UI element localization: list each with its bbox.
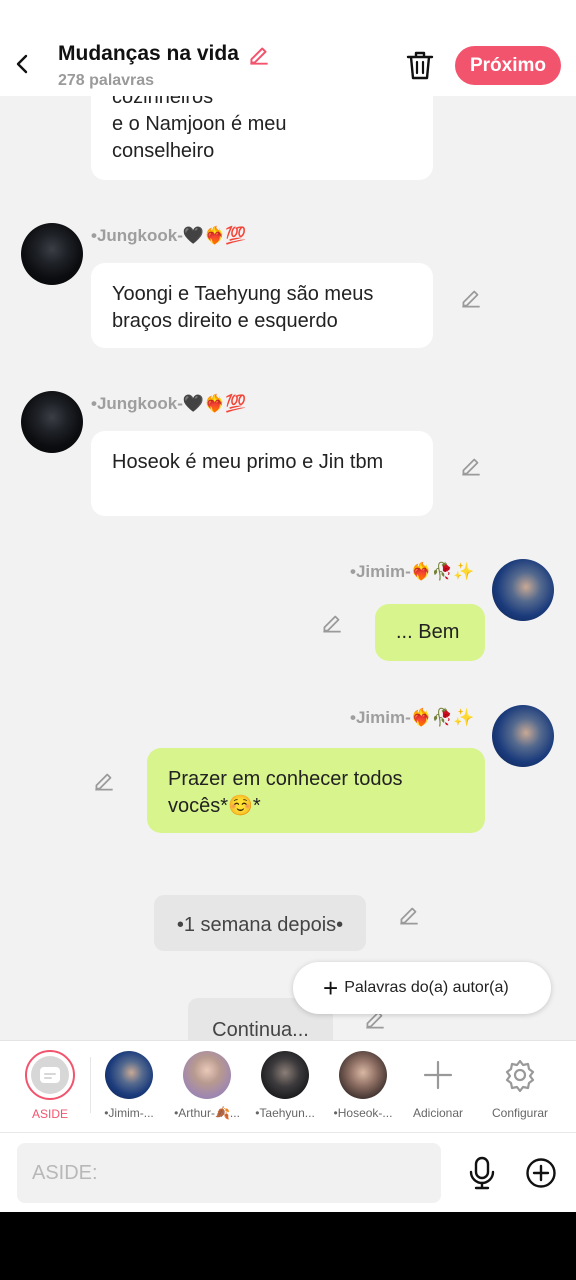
message-bubble[interactable]: Hoseok é meu primo e Jin tbm [91, 431, 433, 516]
character-bar: ASIDE •Jimim-... •Arthur-🍂... •Taehyun..… [0, 1040, 576, 1132]
pencil-icon[interactable] [319, 610, 345, 636]
add-author-words-label: Palavras do(a) autor(a) [344, 979, 509, 996]
narration-bubble[interactable]: •1 semana depois• [154, 895, 366, 951]
gear-icon [505, 1059, 535, 1093]
add-character-button[interactable]: Adicionar [398, 1049, 478, 1120]
character-label: •Hoseok-... [333, 1106, 393, 1120]
avatar-jungkook[interactable] [21, 223, 83, 285]
message-bubble[interactable]: Prazer em conhecer todos vocês*☺️* [147, 748, 485, 833]
character-label: ASIDE [31, 1107, 68, 1121]
chevron-left-icon[interactable] [8, 46, 38, 82]
top-bar: Mudanças na vida 278 palavras Próximo [0, 0, 576, 96]
character-taehyung[interactable]: •Taehyun... [245, 1049, 325, 1120]
narration-text: •1 semana depois• [176, 914, 344, 936]
next-button[interactable]: Próximo [455, 46, 561, 85]
pencil-icon[interactable] [458, 453, 484, 479]
composer [0, 1132, 576, 1212]
character-aside[interactable]: ASIDE [10, 1049, 90, 1121]
character-label: •Jimim-... [104, 1106, 154, 1120]
avatar-jimin[interactable] [492, 559, 554, 621]
add-author-words-button[interactable]: + Palavras do(a) autor(a) [293, 962, 551, 1014]
character-label: •Arthur-🍂... [174, 1106, 240, 1120]
pencil-icon[interactable] [458, 285, 484, 311]
message-bubble[interactable]: Yoongi e Taehyung são meus braços direit… [91, 263, 433, 348]
avatar-jungkook[interactable] [21, 391, 83, 453]
message-line: conselheiro [112, 140, 215, 162]
aside-avatar [25, 1050, 75, 1100]
sender-name: •Jungkook-🖤❤️‍🔥💯 [91, 226, 247, 245]
character-label: •Taehyun... [255, 1106, 315, 1120]
message-text: Prazer em conhecer todos vocês*☺️* [168, 768, 403, 817]
plus-icon: + [323, 973, 339, 1003]
avatar [339, 1051, 387, 1099]
message-bubble[interactable]: ... Bem [375, 604, 485, 661]
message-text: Yoongi e Taehyung são meus braços direit… [112, 283, 374, 332]
plus-icon [423, 1060, 453, 1090]
avatar-jimin[interactable] [492, 705, 554, 767]
settings-button[interactable]: Configurar [480, 1049, 560, 1120]
add-label: Adicionar [412, 1106, 464, 1120]
message-line: e o Namjoon é meu [112, 113, 287, 135]
message-text: ... Bem [396, 621, 460, 643]
character-arthur[interactable]: •Arthur-🍂... [167, 1049, 247, 1120]
avatar [183, 1051, 231, 1099]
plus-circle-icon[interactable] [525, 1157, 557, 1189]
avatar [105, 1051, 153, 1099]
pencil-icon[interactable] [246, 42, 272, 68]
narration-text: Continua... [212, 1019, 309, 1041]
pencil-icon[interactable] [91, 768, 117, 794]
chat-bubble-icon [40, 1067, 60, 1083]
message-input[interactable] [17, 1143, 441, 1203]
sender-name: •Jimim-❤️‍🔥🥀✨ [350, 562, 475, 581]
word-count: 278 palavras [58, 72, 155, 89]
page-title: Mudanças na vida [58, 42, 239, 65]
chat-story-editor: cozinheiros e o Namjoon é meu conselheir… [0, 0, 576, 1212]
character-hoseok[interactable]: •Hoseok-... [323, 1049, 403, 1120]
avatar [261, 1051, 309, 1099]
settings-label: Configurar [491, 1106, 549, 1120]
character-jimin[interactable]: •Jimim-... [89, 1049, 169, 1120]
pencil-icon[interactable] [396, 902, 422, 928]
sender-name: •Jungkook-🖤❤️‍🔥💯 [91, 394, 247, 413]
trash-icon[interactable] [404, 48, 436, 82]
sender-name: •Jimim-❤️‍🔥🥀✨ [350, 708, 475, 727]
microphone-icon[interactable] [466, 1155, 498, 1191]
message-text: Hoseok é meu primo e Jin tbm [112, 451, 384, 473]
